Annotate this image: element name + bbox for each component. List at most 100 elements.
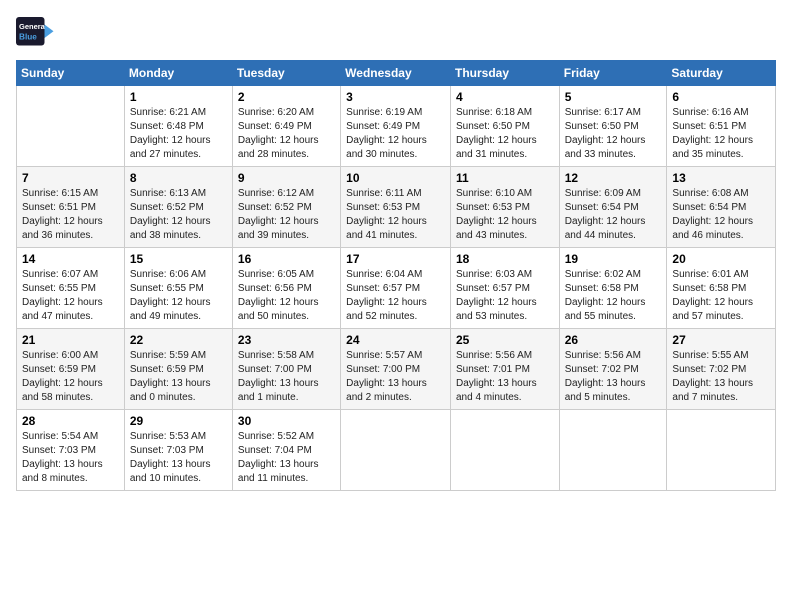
cell-info: Sunrise: 6:10 AM Sunset: 6:53 PM Dayligh… [456, 187, 554, 243]
col-header-friday: Friday [559, 61, 667, 86]
page: General Blue SundayMondayTuesdayWednesda… [0, 0, 792, 503]
calendar-cell: 20Sunrise: 6:01 AM Sunset: 6:58 PM Dayli… [667, 248, 776, 329]
cell-info: Sunrise: 6:12 AM Sunset: 6:52 PM Dayligh… [238, 187, 335, 243]
calendar-cell: 3 Sunrise: 6:19 AM Sunset: 6:49 PM Daylig… [341, 86, 451, 167]
day-number: 12 [565, 171, 662, 185]
day-number: 24 [346, 333, 445, 347]
cell-info: Sunrise: 6:19 AM Sunset: 6:49 PM Dayligh… [346, 106, 445, 162]
cell-info: Sunrise: 6:00 AM Sunset: 6:59 PM Dayligh… [22, 349, 119, 405]
calendar-cell: 1Sunrise: 6:21 AM Sunset: 6:48 PM Daylig… [124, 86, 232, 167]
day-number: 13 [672, 171, 770, 185]
day-number: 4 [456, 90, 554, 104]
calendar-cell: 11 Sunrise: 6:10 AM Sunset: 6:53 PM Dayli… [450, 167, 559, 248]
calendar-cell: 29Sunrise: 5:53 AM Sunset: 7:03 PM Dayli… [124, 410, 232, 491]
calendar-cell [450, 410, 559, 491]
calendar-cell [17, 86, 125, 167]
cell-info: Sunrise: 6:17 AM Sunset: 6:50 PM Dayligh… [565, 106, 662, 162]
day-number: 17 [346, 252, 445, 266]
calendar-cell: 16Sunrise: 6:05 AM Sunset: 6:56 PM Dayli… [232, 248, 340, 329]
day-number: 19 [565, 252, 662, 266]
col-header-monday: Monday [124, 61, 232, 86]
header: General Blue [16, 12, 776, 52]
col-header-saturday: Saturday [667, 61, 776, 86]
col-header-thursday: Thursday [450, 61, 559, 86]
cell-info: Sunrise: 6:11 AM Sunset: 6:53 PM Dayligh… [346, 187, 445, 243]
calendar-cell: 2 Sunrise: 6:20 AM Sunset: 6:49 PM Daylig… [232, 86, 340, 167]
calendar-cell: 24Sunrise: 5:57 AM Sunset: 7:00 PM Dayli… [341, 329, 451, 410]
cell-info: Sunrise: 6:07 AM Sunset: 6:55 PM Dayligh… [22, 268, 119, 324]
cell-info: Sunrise: 5:56 AM Sunset: 7:02 PM Dayligh… [565, 349, 662, 405]
week-row-4: 21 Sunrise: 6:00 AM Sunset: 6:59 PM Dayli… [17, 329, 776, 410]
cell-info: Sunrise: 6:15 AM Sunset: 6:51 PM Dayligh… [22, 187, 119, 243]
day-number: 25 [456, 333, 554, 347]
day-number: 23 [238, 333, 335, 347]
calendar-cell: 17 Sunrise: 6:04 AM Sunset: 6:57 PM Dayli… [341, 248, 451, 329]
cell-info: Sunrise: 6:20 AM Sunset: 6:49 PM Dayligh… [238, 106, 335, 162]
day-number: 10 [346, 171, 445, 185]
calendar-cell: 15 Sunrise: 6:06 AM Sunset: 6:55 PM Dayli… [124, 248, 232, 329]
cell-info: Sunrise: 5:55 AM Sunset: 7:02 PM Dayligh… [672, 349, 770, 405]
day-number: 30 [238, 414, 335, 428]
week-row-1: 1Sunrise: 6:21 AM Sunset: 6:48 PM Daylig… [17, 86, 776, 167]
cell-info: Sunrise: 6:02 AM Sunset: 6:58 PM Dayligh… [565, 268, 662, 324]
day-number: 3 [346, 90, 445, 104]
day-number: 18 [456, 252, 554, 266]
calendar-cell: 6 Sunrise: 6:16 AM Sunset: 6:51 PM Daylig… [667, 86, 776, 167]
day-number: 5 [565, 90, 662, 104]
cell-info: Sunrise: 6:13 AM Sunset: 6:52 PM Dayligh… [130, 187, 227, 243]
calendar-cell: 10 Sunrise: 6:11 AM Sunset: 6:53 PM Dayli… [341, 167, 451, 248]
day-number: 8 [130, 171, 227, 185]
calendar-cell: 9 Sunrise: 6:12 AM Sunset: 6:52 PM Daylig… [232, 167, 340, 248]
cell-info: Sunrise: 6:09 AM Sunset: 6:54 PM Dayligh… [565, 187, 662, 243]
day-number: 20 [672, 252, 770, 266]
col-header-wednesday: Wednesday [341, 61, 451, 86]
calendar-cell: 7Sunrise: 6:15 AM Sunset: 6:51 PM Daylig… [17, 167, 125, 248]
day-number: 11 [456, 171, 554, 185]
calendar-cell: 5 Sunrise: 6:17 AM Sunset: 6:50 PM Daylig… [559, 86, 667, 167]
cell-info: Sunrise: 5:54 AM Sunset: 7:03 PM Dayligh… [22, 430, 119, 486]
day-number: 21 [22, 333, 119, 347]
cell-info: Sunrise: 6:06 AM Sunset: 6:55 PM Dayligh… [130, 268, 227, 324]
day-number: 28 [22, 414, 119, 428]
week-row-3: 14 Sunrise: 6:07 AM Sunset: 6:55 PM Dayli… [17, 248, 776, 329]
calendar-cell: 22 Sunrise: 5:59 AM Sunset: 6:59 PM Dayli… [124, 329, 232, 410]
logo-svg: General Blue [16, 12, 76, 52]
day-number: 22 [130, 333, 227, 347]
header-row: SundayMondayTuesdayWednesdayThursdayFrid… [17, 61, 776, 86]
day-number: 15 [130, 252, 227, 266]
calendar-cell [667, 410, 776, 491]
week-row-5: 28 Sunrise: 5:54 AM Sunset: 7:03 PM Dayli… [17, 410, 776, 491]
calendar-cell: 26Sunrise: 5:56 AM Sunset: 7:02 PM Dayli… [559, 329, 667, 410]
calendar-cell: 30 Sunrise: 5:52 AM Sunset: 7:04 PM Dayli… [232, 410, 340, 491]
day-number: 27 [672, 333, 770, 347]
cell-info: Sunrise: 6:04 AM Sunset: 6:57 PM Dayligh… [346, 268, 445, 324]
svg-text:General: General [19, 22, 47, 31]
col-header-tuesday: Tuesday [232, 61, 340, 86]
calendar-cell [559, 410, 667, 491]
calendar-cell: 12 Sunrise: 6:09 AM Sunset: 6:54 PM Dayli… [559, 167, 667, 248]
day-number: 6 [672, 90, 770, 104]
calendar-cell: 27 Sunrise: 5:55 AM Sunset: 7:02 PM Dayli… [667, 329, 776, 410]
cell-info: Sunrise: 5:59 AM Sunset: 6:59 PM Dayligh… [130, 349, 227, 405]
day-number: 14 [22, 252, 119, 266]
calendar-cell: 4Sunrise: 6:18 AM Sunset: 6:50 PM Daylig… [450, 86, 559, 167]
svg-text:Blue: Blue [19, 33, 37, 42]
col-header-sunday: Sunday [17, 61, 125, 86]
day-number: 1 [130, 90, 227, 104]
cell-info: Sunrise: 6:05 AM Sunset: 6:56 PM Dayligh… [238, 268, 335, 324]
calendar-cell: 25Sunrise: 5:56 AM Sunset: 7:01 PM Dayli… [450, 329, 559, 410]
day-number: 29 [130, 414, 227, 428]
cell-info: Sunrise: 6:08 AM Sunset: 6:54 PM Dayligh… [672, 187, 770, 243]
day-number: 9 [238, 171, 335, 185]
week-row-2: 7Sunrise: 6:15 AM Sunset: 6:51 PM Daylig… [17, 167, 776, 248]
cell-info: Sunrise: 6:03 AM Sunset: 6:57 PM Dayligh… [456, 268, 554, 324]
calendar-cell: 8 Sunrise: 6:13 AM Sunset: 6:52 PM Daylig… [124, 167, 232, 248]
calendar-cell: 23 Sunrise: 5:58 AM Sunset: 7:00 PM Dayli… [232, 329, 340, 410]
calendar-cell [341, 410, 451, 491]
calendar-cell: 14 Sunrise: 6:07 AM Sunset: 6:55 PM Dayli… [17, 248, 125, 329]
cell-info: Sunrise: 5:58 AM Sunset: 7:00 PM Dayligh… [238, 349, 335, 405]
cell-info: Sunrise: 5:52 AM Sunset: 7:04 PM Dayligh… [238, 430, 335, 486]
calendar-cell: 18 Sunrise: 6:03 AM Sunset: 6:57 PM Dayli… [450, 248, 559, 329]
day-number: 2 [238, 90, 335, 104]
cell-info: Sunrise: 6:16 AM Sunset: 6:51 PM Dayligh… [672, 106, 770, 162]
